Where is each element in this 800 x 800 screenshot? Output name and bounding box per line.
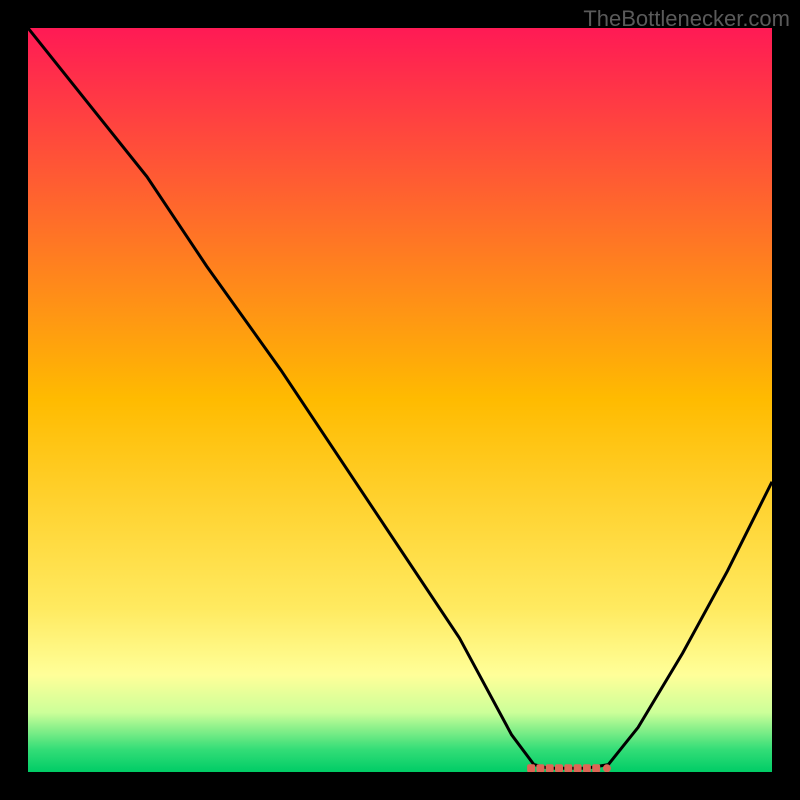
bottleneck-chart bbox=[28, 28, 772, 772]
gradient-background bbox=[28, 28, 772, 772]
chart-svg bbox=[28, 28, 772, 772]
watermark-text: TheBottlenecker.com bbox=[583, 6, 790, 32]
optimal-range-marker bbox=[527, 764, 611, 772]
